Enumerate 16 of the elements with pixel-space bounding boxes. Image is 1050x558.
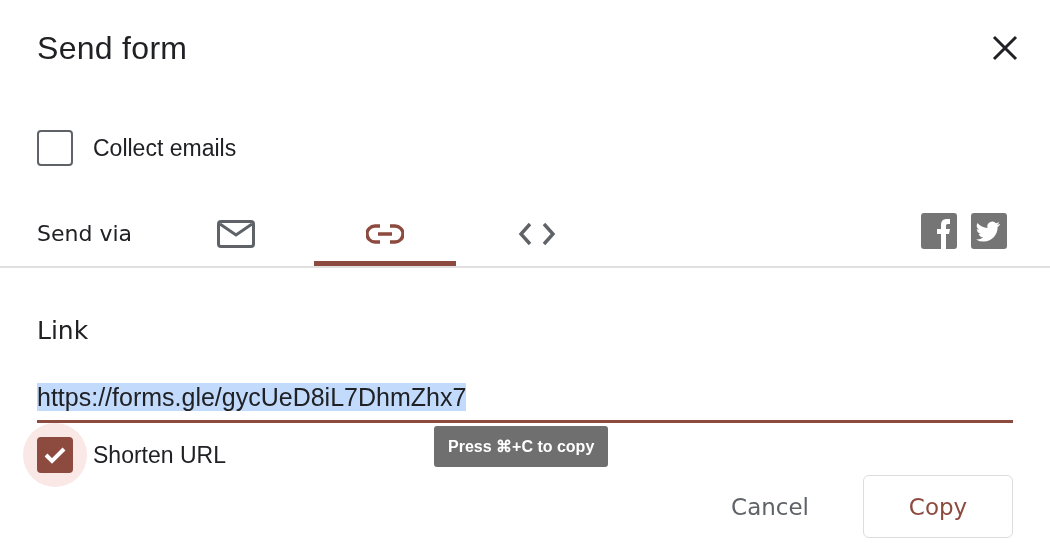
code-icon xyxy=(518,221,556,246)
checkbox[interactable] xyxy=(37,130,73,166)
url-field[interactable]: https://forms.gle/gycUeD8iL7DhmZhx7 xyxy=(37,383,1013,423)
checkbox-label: Shorten URL xyxy=(93,441,226,469)
close-icon[interactable] xyxy=(992,35,1018,61)
send-via-label: Send via xyxy=(37,221,133,248)
checkbox[interactable] xyxy=(37,437,73,473)
facebook-icon[interactable] xyxy=(921,213,957,249)
checkbox-label: Collect emails xyxy=(93,134,237,162)
link-heading: Link xyxy=(37,316,90,345)
dialog-title: Send form xyxy=(37,29,188,67)
copy-button[interactable]: Copy xyxy=(863,475,1013,538)
twitter-icon[interactable] xyxy=(971,213,1007,249)
link-icon xyxy=(366,223,404,244)
tooltip: Press ⌘+C to copy xyxy=(434,426,609,467)
envelope-icon xyxy=(217,219,255,248)
